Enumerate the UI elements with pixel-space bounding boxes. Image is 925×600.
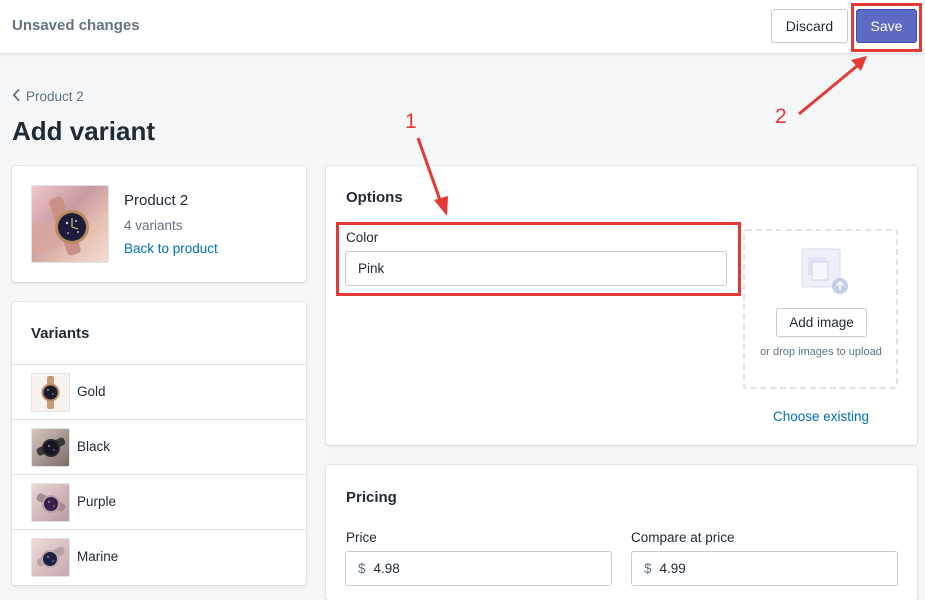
annotation-arrows: [416, 56, 867, 216]
